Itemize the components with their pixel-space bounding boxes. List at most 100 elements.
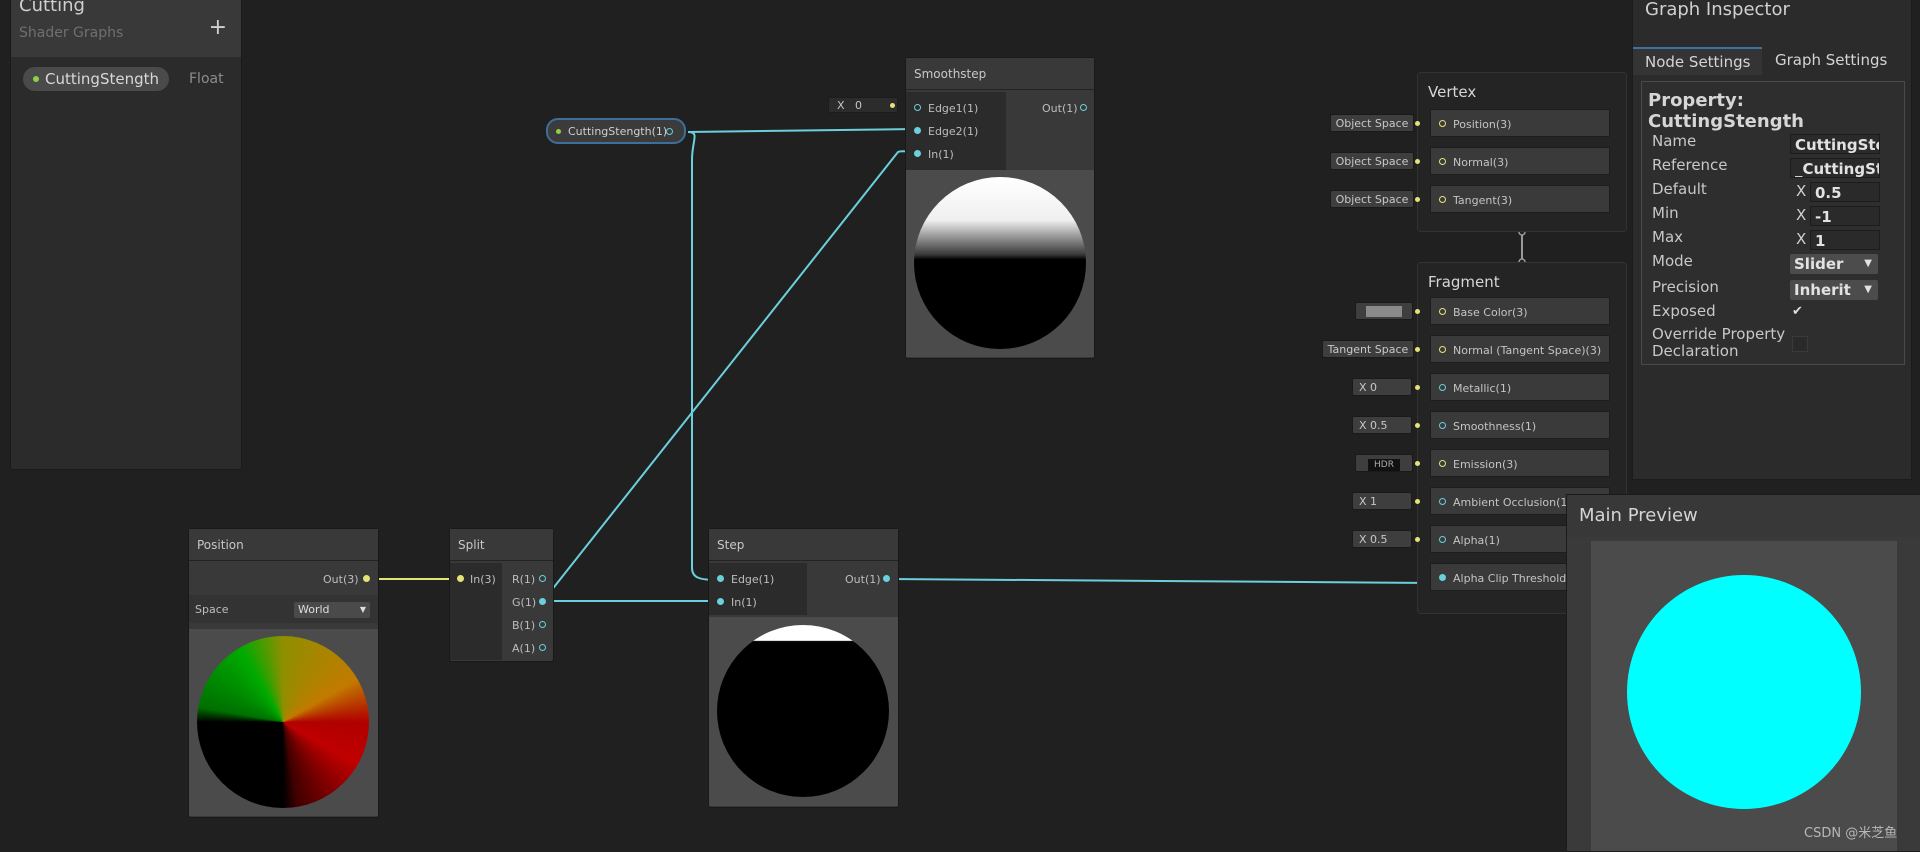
split-in-port[interactable] (457, 575, 464, 582)
step-in-port[interactable] (717, 598, 724, 605)
vertex-tangent-input-dot (1415, 197, 1420, 202)
split-b-label: B(1) (512, 619, 536, 632)
fragment-ao-dot[interactable] (1439, 498, 1446, 505)
property-node-out-port[interactable] (666, 128, 673, 135)
vertex-normal-port-dot[interactable] (1439, 158, 1446, 165)
vertex-position-port[interactable]: Position(3) (1430, 109, 1610, 137)
checkmark-icon: ✔ (1792, 304, 1803, 319)
fragment-metallic-dot[interactable] (1439, 384, 1446, 391)
vertex-normal-label: Normal(3) (1453, 156, 1509, 169)
max-field[interactable]: 1 (1810, 230, 1880, 250)
fragment-base-color-dot[interactable] (1439, 308, 1446, 315)
fragment-normal-space-input[interactable]: Tangent Space (1322, 340, 1414, 358)
property-settings-box: Property: CuttingStength Name CuttingSte… (1641, 81, 1905, 365)
fragment-alpha-input[interactable]: X 0.5 (1352, 530, 1412, 548)
vertex-block: Vertex Position(3) Normal(3) Tangent(3) (1417, 72, 1627, 232)
split-r-label: R(1) (512, 573, 536, 586)
fragment-smoothness-input-dot (1415, 423, 1420, 428)
fragment-ao-input-dot (1415, 499, 1420, 504)
fragment-metallic-port[interactable]: Metallic(1) (1430, 373, 1610, 401)
tab-graph-settings[interactable]: Graph Settings (1763, 47, 1899, 73)
fragment-ao-input[interactable]: X 1 (1352, 492, 1412, 510)
fragment-ao-label: Ambient Occlusion(1) (1453, 496, 1572, 509)
fragment-metallic-input[interactable]: X 0 (1352, 378, 1412, 396)
step-out-port[interactable] (883, 575, 890, 582)
fragment-base-color-port[interactable]: Base Color(3) (1430, 297, 1610, 325)
step-out-label: Out(1) (845, 573, 881, 586)
fragment-normal-label: Normal (Tangent Space)(3) (1453, 344, 1602, 357)
smoothstep-edge1-input-dot (890, 103, 895, 108)
smoothstep-edge2-port[interactable] (914, 127, 921, 134)
precision-dropdown[interactable]: Inherit ▼ (1790, 280, 1878, 300)
mode-label: Mode (1652, 252, 1693, 270)
smoothstep-in-label: In(1) (928, 148, 954, 161)
property-name: CuttingStength (45, 70, 159, 88)
fragment-base-color-label: Base Color(3) (1453, 306, 1528, 319)
position-space-label: Space (195, 603, 229, 616)
split-g-port[interactable] (539, 598, 546, 605)
vertex-normal-space-input[interactable]: Object Space (1330, 152, 1414, 170)
override-checkbox[interactable] (1792, 336, 1808, 352)
name-field[interactable]: CuttingSte (1790, 134, 1880, 154)
add-property-button[interactable]: + (209, 15, 227, 40)
property-node-dot-icon (556, 129, 561, 134)
split-title: Split (450, 529, 553, 561)
smoothstep-out-port[interactable] (1080, 104, 1087, 111)
smoothstep-edge1-port[interactable] (914, 104, 921, 111)
fragment-base-color-input-dot (1415, 309, 1420, 314)
default-field[interactable]: 0.5 (1810, 182, 1880, 202)
vertex-tangent-space-input[interactable]: Object Space (1330, 190, 1414, 208)
split-g-label: G(1) (512, 596, 537, 609)
main-preview-title: Main Preview (1579, 505, 1698, 526)
fragment-emission-hdr-input[interactable]: HDR (1355, 454, 1413, 472)
fragment-emission-port[interactable]: Emission(3) (1430, 449, 1610, 477)
smoothstep-node[interactable]: Smoothstep Edge1(1) Edge2(1) In(1) Out(1… (905, 57, 1095, 359)
mode-dropdown[interactable]: Slider ▼ (1790, 254, 1878, 274)
property-node[interactable]: CuttingStength(1) (546, 118, 686, 144)
vertex-title: Vertex (1428, 83, 1477, 101)
vertex-tangent-port[interactable]: Tangent(3) (1430, 185, 1610, 213)
split-in-label: In(3) (470, 573, 496, 586)
fragment-alpha-clip-dot[interactable] (1439, 574, 1446, 581)
blackboard-property-pill[interactable]: CuttingStength (23, 67, 169, 91)
smoothstep-edge1-axis: X (837, 99, 845, 112)
vertex-tangent-label: Tangent(3) (1453, 194, 1513, 207)
step-edge-port[interactable] (717, 575, 724, 582)
fragment-smoothness-input[interactable]: X 0.5 (1352, 416, 1412, 434)
fragment-normal-port[interactable]: Normal (Tangent Space)(3) (1430, 335, 1610, 363)
reference-field[interactable]: _CuttingSt (1790, 158, 1880, 178)
chevron-down-icon: ▼ (359, 605, 366, 614)
vertex-tangent-port-dot[interactable] (1439, 196, 1446, 203)
exposed-checkbox[interactable]: ✔ (1792, 304, 1808, 320)
position-space-dropdown[interactable]: World ▼ (294, 602, 370, 618)
min-field[interactable]: -1 (1810, 206, 1880, 226)
vertex-position-space-input[interactable]: Object Space (1330, 114, 1414, 132)
position-out-port[interactable] (363, 575, 370, 582)
split-b-port[interactable] (539, 621, 546, 628)
chevron-down-icon: ▼ (1864, 284, 1872, 295)
default-label: Default (1652, 180, 1707, 198)
step-preview (709, 617, 898, 806)
step-node[interactable]: Step Edge(1) In(1) Out(1) (708, 528, 899, 808)
position-node[interactable]: Position Out(3) Space World ▼ (188, 528, 379, 818)
min-axis: X (1796, 206, 1807, 224)
main-preview-viewport[interactable] (1591, 541, 1897, 851)
fragment-emission-dot[interactable] (1439, 460, 1446, 467)
wire-property-to-step-edge (687, 131, 719, 581)
step-in-label: In(1) (731, 596, 757, 609)
vertex-position-port-dot[interactable] (1439, 120, 1446, 127)
tab-node-settings[interactable]: Node Settings (1633, 47, 1763, 75)
split-r-port[interactable] (539, 575, 546, 582)
fragment-smoothness-dot[interactable] (1439, 422, 1446, 429)
fragment-base-color-swatch[interactable] (1355, 302, 1413, 320)
smoothstep-in-port[interactable] (914, 150, 921, 157)
split-node[interactable]: Split In(3) R(1) G(1) B(1) A(1) (449, 528, 554, 662)
fragment-smoothness-port[interactable]: Smoothness(1) (1430, 411, 1610, 439)
vertex-normal-port[interactable]: Normal(3) (1430, 147, 1610, 175)
step-title: Step (709, 529, 898, 561)
fragment-normal-dot[interactable] (1439, 346, 1446, 353)
main-preview-panel: Main Preview (1566, 494, 1920, 852)
smoothstep-edge1-input[interactable]: X 0 (828, 97, 898, 113)
fragment-alpha-dot[interactable] (1439, 536, 1446, 543)
split-a-port[interactable] (539, 644, 546, 651)
